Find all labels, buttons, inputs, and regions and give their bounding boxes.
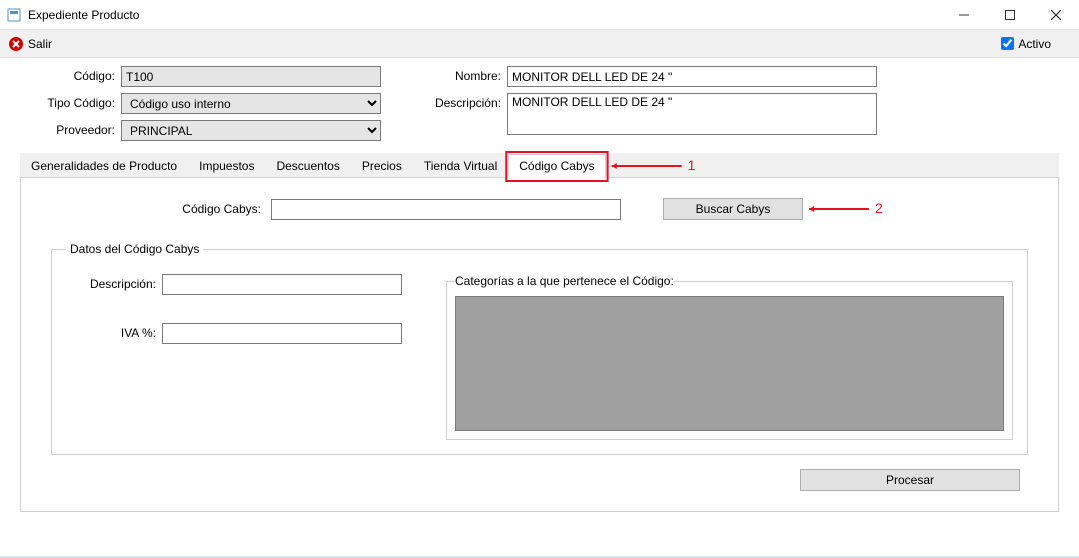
codigo-cabys-input[interactable] bbox=[271, 199, 621, 220]
close-button[interactable] bbox=[1033, 0, 1079, 29]
tab-strip: Generalidades de Producto Impuestos Desc… bbox=[20, 153, 1059, 178]
procesar-button[interactable]: Procesar bbox=[800, 469, 1020, 491]
salir-button[interactable]: Salir bbox=[8, 36, 52, 52]
activo-label: Activo bbox=[1018, 37, 1051, 51]
salir-label: Salir bbox=[28, 37, 52, 51]
proveedor-label: Proveedor: bbox=[20, 120, 115, 137]
datos-codigo-cabys-fieldset: Datos del Código Cabys Descripción: IVA … bbox=[51, 242, 1028, 455]
tab-tienda-virtual[interactable]: Tienda Virtual bbox=[413, 154, 508, 178]
categorias-fieldset: Categorías a la que pertenece el Código: bbox=[446, 274, 1013, 440]
tab-generalidades[interactable]: Generalidades de Producto bbox=[20, 154, 188, 178]
window-controls bbox=[941, 0, 1079, 29]
cabys-iva-label: IVA %: bbox=[66, 323, 156, 340]
activo-checkbox-wrap[interactable]: Activo bbox=[1001, 37, 1051, 51]
tipo-codigo-select[interactable]: Código uso interno bbox=[121, 93, 381, 114]
nombre-label: Nombre: bbox=[421, 66, 501, 83]
exit-icon bbox=[8, 36, 24, 52]
cabys-iva-input[interactable] bbox=[162, 323, 402, 344]
proveedor-select[interactable]: PRINCIPAL bbox=[121, 120, 381, 141]
codigo-cabys-label: Código Cabys: bbox=[161, 202, 261, 216]
tab-codigo-cabys[interactable]: Código Cabys bbox=[508, 154, 605, 178]
tab-precios[interactable]: Precios bbox=[351, 154, 413, 178]
categorias-listbox[interactable] bbox=[455, 296, 1004, 431]
header-form: Código: Tipo Código: Código uso interno … bbox=[0, 58, 1079, 141]
descripcion-label: Descripción: bbox=[421, 93, 501, 110]
descripcion-textarea[interactable]: MONITOR DELL LED DE 24 " bbox=[507, 93, 877, 135]
tab-panel-codigo-cabys: Código Cabys: Buscar Cabys Datos del Cód… bbox=[20, 178, 1059, 512]
activo-checkbox[interactable] bbox=[1001, 37, 1014, 50]
buscar-cabys-button[interactable]: Buscar Cabys bbox=[663, 198, 803, 220]
nombre-input[interactable] bbox=[507, 66, 877, 87]
titlebar: Expediente Producto bbox=[0, 0, 1079, 30]
window-title: Expediente Producto bbox=[28, 8, 941, 22]
datos-codigo-cabys-legend: Datos del Código Cabys bbox=[66, 242, 203, 256]
cabys-descripcion-input[interactable] bbox=[162, 274, 402, 295]
cabys-descripcion-label: Descripción: bbox=[66, 274, 156, 291]
tab-descuentos[interactable]: Descuentos bbox=[265, 154, 350, 178]
toolbar: Salir Activo bbox=[0, 30, 1079, 58]
maximize-button[interactable] bbox=[987, 0, 1033, 29]
codigo-input bbox=[121, 66, 381, 87]
app-icon bbox=[6, 7, 22, 23]
categorias-legend: Categorías a la que pertenece el Código: bbox=[455, 274, 674, 288]
tipo-codigo-label: Tipo Código: bbox=[20, 93, 115, 110]
minimize-button[interactable] bbox=[941, 0, 987, 29]
codigo-label: Código: bbox=[20, 66, 115, 83]
tab-impuestos[interactable]: Impuestos bbox=[188, 154, 265, 178]
